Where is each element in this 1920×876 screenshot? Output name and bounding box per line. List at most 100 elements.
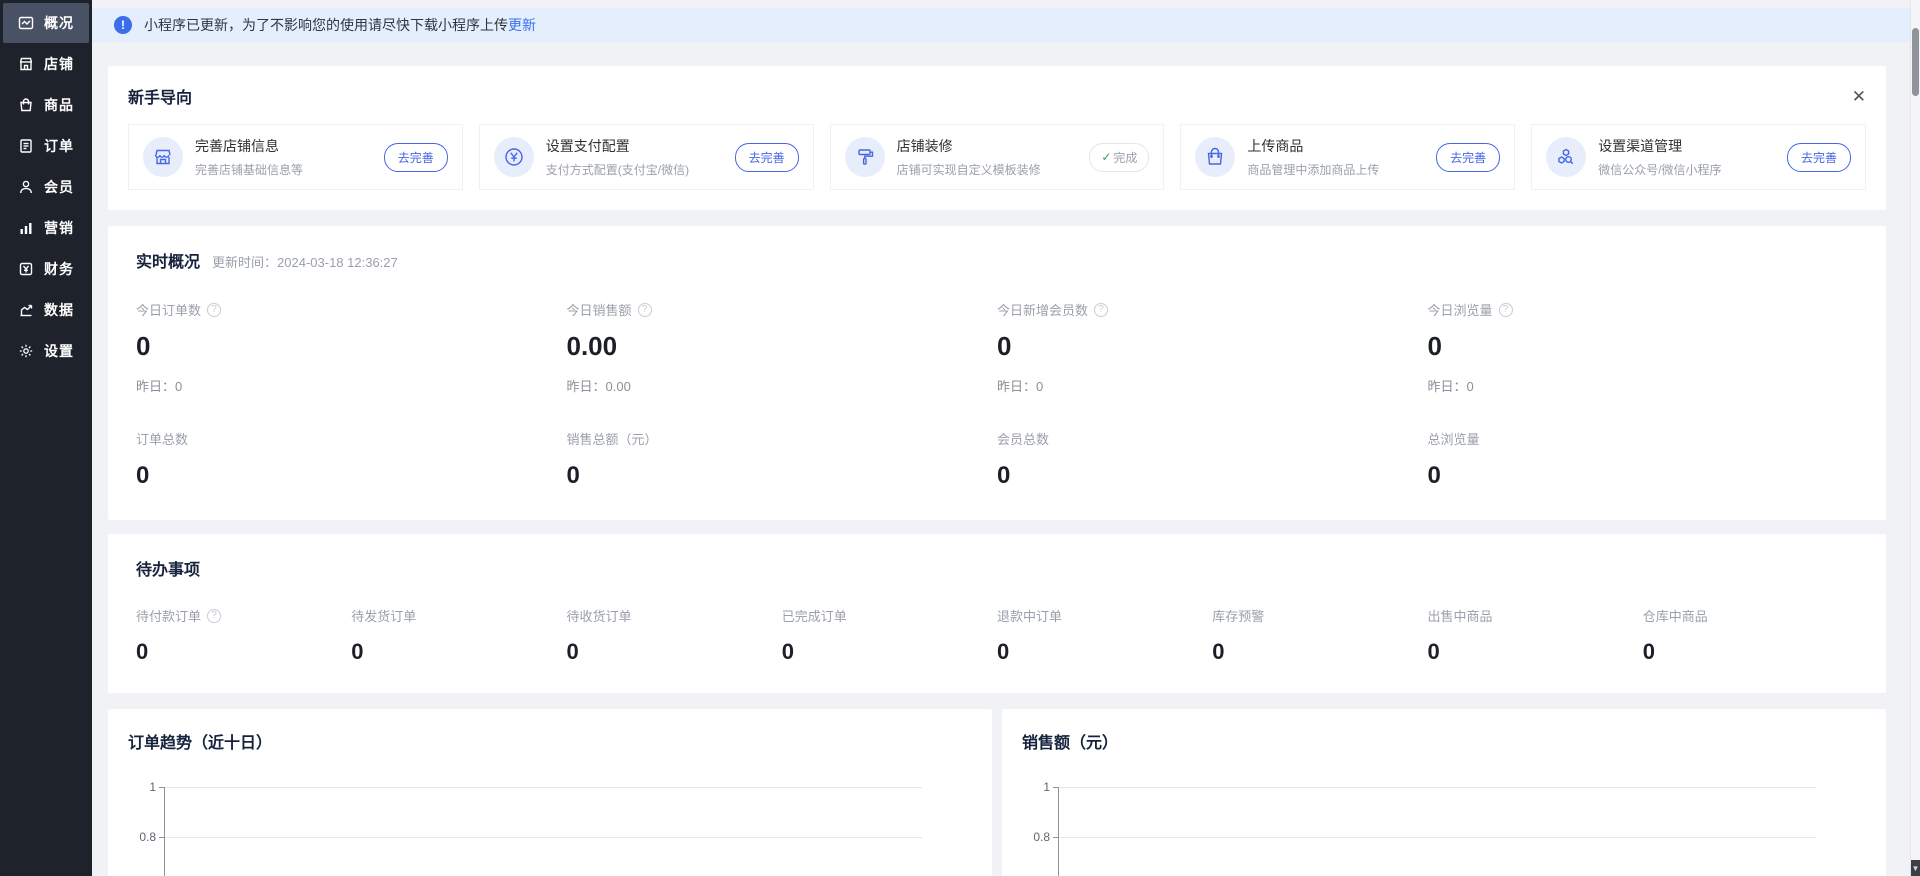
overview-icon bbox=[17, 14, 35, 32]
todo-card: 待办事项 待付款订单? 0 待发货订单 0 待收货订单 0 已完成订单 0 bbox=[108, 534, 1886, 693]
y-axis-line bbox=[164, 787, 165, 876]
help-icon[interactable]: ? bbox=[638, 303, 652, 317]
stat-value: 0 bbox=[567, 462, 998, 490]
sidebar-item-label: 概况 bbox=[44, 13, 74, 33]
guide-item-upload-product: 上传商品 商品管理中添加商品上传 去完善 bbox=[1180, 124, 1515, 190]
done-badge: ✓完成 bbox=[1089, 143, 1149, 172]
guide-item-desc: 店铺可实现自定义模板装修 bbox=[897, 161, 1090, 178]
guide-item-desc: 商品管理中添加商品上传 bbox=[1247, 161, 1436, 178]
guide-item-title: 店铺装修 bbox=[897, 136, 1090, 156]
guide-item-title: 上传商品 bbox=[1247, 136, 1436, 156]
scroll-down-arrow-icon[interactable]: ▼ bbox=[1911, 860, 1920, 876]
gridline bbox=[1059, 837, 1816, 838]
stat-value: 0.00 bbox=[567, 331, 998, 362]
y-axis-line bbox=[1058, 787, 1059, 876]
stat-value: 0 bbox=[136, 462, 567, 490]
update-link[interactable]: 更新 bbox=[508, 15, 536, 35]
order-trend-chart-title: 订单趋势（近十日） bbox=[128, 735, 272, 752]
todo-value: 0 bbox=[1212, 639, 1427, 665]
guide-item-title: 设置支付配置 bbox=[546, 136, 735, 156]
guide-item-desc: 支付方式配置(支付宝/微信) bbox=[546, 161, 735, 178]
guide-item-channel: 设置渠道管理 微信公众号/微信小程序 去完善 bbox=[1531, 124, 1866, 190]
help-icon[interactable]: ? bbox=[1499, 303, 1513, 317]
guide-item-store-info: 完善店铺信息 完善店铺基础信息等 去完善 bbox=[128, 124, 463, 190]
go-complete-button[interactable]: 去完善 bbox=[1787, 143, 1851, 172]
settings-icon bbox=[17, 342, 35, 360]
stat-today-sales: 今日销售额? 0.00 昨日：0.00 bbox=[567, 300, 998, 395]
member-icon bbox=[17, 178, 35, 196]
storefront-icon bbox=[143, 137, 183, 177]
stat-yesterday: 昨日：0.00 bbox=[567, 376, 998, 395]
gridline bbox=[165, 787, 922, 788]
product-icon bbox=[17, 96, 35, 114]
vertical-scrollbar: ▼ bbox=[1910, 0, 1920, 876]
stat-value: 0 bbox=[997, 462, 1428, 490]
marketing-icon bbox=[17, 219, 35, 237]
help-icon[interactable]: ? bbox=[207, 609, 221, 623]
shopping-bag-icon bbox=[1195, 137, 1235, 177]
realtime-overview-card: 实时概况 更新时间：2024-03-18 12:36:27 今日订单数? 0 昨… bbox=[108, 226, 1886, 520]
sidebar: 概况 店铺 商品 订单 会员 营销 财务 bbox=[0, 0, 92, 876]
stat-yesterday: 昨日：0 bbox=[997, 376, 1428, 395]
stat-total-members: 会员总数 0 bbox=[997, 429, 1428, 490]
help-icon[interactable]: ? bbox=[207, 303, 221, 317]
todo-refunding-orders: 退款中订单 0 bbox=[997, 606, 1212, 665]
stat-yesterday: 昨日：0 bbox=[1428, 376, 1859, 395]
todo-value: 0 bbox=[782, 639, 997, 665]
stat-yesterday: 昨日：0 bbox=[136, 376, 567, 395]
paint-roller-icon bbox=[845, 137, 885, 177]
todo-stock-warning: 库存预警 0 bbox=[1212, 606, 1427, 665]
sidebar-item-label: 财务 bbox=[44, 259, 74, 279]
close-icon[interactable]: ✕ bbox=[1852, 88, 1866, 105]
gridline bbox=[1059, 787, 1816, 788]
sidebar-item-member[interactable]: 会员 bbox=[3, 167, 89, 207]
notice-text: 小程序已更新，为了不影响您的使用请尽快下载小程序上传 bbox=[144, 15, 508, 35]
sidebar-item-label: 订单 bbox=[44, 136, 74, 156]
go-complete-button[interactable]: 去完善 bbox=[1436, 143, 1500, 172]
sales-chart-plot: 1 0.8 0.6 0.4 bbox=[1022, 787, 1866, 876]
stat-value: 0 bbox=[1428, 462, 1859, 490]
y-tick-label: 1 bbox=[1022, 780, 1050, 794]
stat-value: 0 bbox=[136, 331, 567, 362]
stat-today-new-members: 今日新增会员数? 0 昨日：0 bbox=[997, 300, 1428, 395]
todo-title: 待办事项 bbox=[136, 562, 200, 579]
sidebar-item-label: 营销 bbox=[44, 218, 74, 238]
sidebar-item-product[interactable]: 商品 bbox=[3, 85, 89, 125]
channel-icon bbox=[1546, 137, 1586, 177]
todo-to-receive-orders: 待收货订单 0 bbox=[567, 606, 782, 665]
sidebar-item-order[interactable]: 订单 bbox=[3, 126, 89, 166]
order-trend-chart-plot: 1 0.8 0.6 0.4 bbox=[128, 787, 972, 876]
sales-chart-title: 销售额（元） bbox=[1022, 735, 1118, 752]
sidebar-item-data[interactable]: 数据 bbox=[3, 290, 89, 330]
main-content: ! 小程序已更新，为了不影响您的使用请尽快下载小程序上传 更新 新手导向 ✕ 完… bbox=[92, 0, 1910, 876]
scrollbar-thumb[interactable] bbox=[1912, 28, 1919, 96]
help-icon[interactable]: ? bbox=[1094, 303, 1108, 317]
y-tick-label: 0.8 bbox=[1022, 830, 1050, 844]
guide-item-desc: 完善店铺基础信息等 bbox=[195, 161, 384, 178]
updated-time: 更新时间：2024-03-18 12:36:27 bbox=[212, 252, 398, 271]
order-icon bbox=[17, 137, 35, 155]
y-tick-label: 0.8 bbox=[128, 830, 156, 844]
stat-value: 0 bbox=[997, 331, 1428, 362]
todo-value: 0 bbox=[136, 639, 351, 665]
guide-item-decoration: 店铺装修 店铺可实现自定义模板装修 ✓完成 bbox=[830, 124, 1165, 190]
go-complete-button[interactable]: 去完善 bbox=[735, 143, 799, 172]
sidebar-item-overview[interactable]: 概况 bbox=[3, 3, 89, 43]
todo-unpaid-orders: 待付款订单? 0 bbox=[136, 606, 351, 665]
sidebar-item-marketing[interactable]: 营销 bbox=[3, 208, 89, 248]
y-tick-label: 1 bbox=[128, 780, 156, 794]
newbie-guide-card: 新手导向 ✕ 完善店铺信息 完善店铺基础信息等 去完善 bbox=[108, 66, 1886, 210]
sidebar-item-shop[interactable]: 店铺 bbox=[3, 44, 89, 84]
gridline bbox=[165, 837, 922, 838]
sidebar-item-label: 商品 bbox=[44, 95, 74, 115]
guide-item-desc: 微信公众号/微信小程序 bbox=[1598, 161, 1787, 178]
data-icon bbox=[17, 301, 35, 319]
todo-to-ship-orders: 待发货订单 0 bbox=[351, 606, 566, 665]
yen-circle-icon bbox=[494, 137, 534, 177]
check-icon: ✓ bbox=[1101, 150, 1111, 164]
guide-title: 新手导向 bbox=[128, 84, 192, 108]
go-complete-button[interactable]: 去完善 bbox=[384, 143, 448, 172]
sidebar-item-finance[interactable]: 财务 bbox=[3, 249, 89, 289]
todo-in-warehouse-products: 仓库中商品 0 bbox=[1643, 606, 1858, 665]
sidebar-item-settings[interactable]: 设置 bbox=[3, 331, 89, 371]
